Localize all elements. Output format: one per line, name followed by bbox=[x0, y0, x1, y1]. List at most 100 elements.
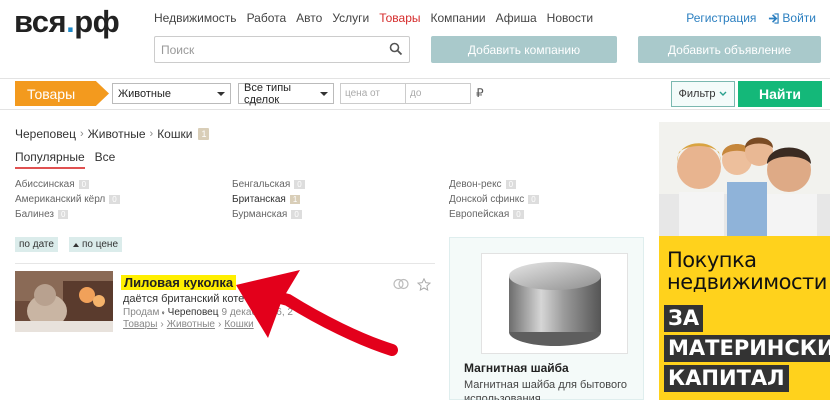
sort-by-date[interactable]: по дате bbox=[15, 237, 58, 252]
product-image[interactable] bbox=[481, 253, 628, 354]
sort-arrow-icon bbox=[73, 242, 79, 247]
ad-line: КАПИТАЛ bbox=[664, 365, 789, 392]
currency-symbol: ₽ bbox=[476, 86, 484, 100]
nav-item-goods[interactable]: Товары bbox=[379, 11, 420, 25]
chevron-down-icon bbox=[217, 91, 225, 96]
subcat-label: Девон-рекс bbox=[449, 179, 502, 190]
subcat-count: 0 bbox=[528, 195, 539, 204]
deal-type-select[interactable]: Все типы сделок bbox=[238, 81, 334, 106]
subcat-count: 0 bbox=[78, 180, 90, 189]
subcat-count: 0 bbox=[291, 210, 302, 219]
sort-by-price[interactable]: по цене bbox=[69, 237, 123, 252]
divider bbox=[15, 263, 435, 264]
nav-item-services[interactable]: Услуги bbox=[332, 11, 369, 25]
tab-popular[interactable]: Популярные bbox=[15, 150, 85, 169]
add-company-button[interactable]: Добавить компанию bbox=[431, 36, 617, 63]
tab-all[interactable]: Все bbox=[95, 150, 116, 169]
login-icon bbox=[769, 12, 780, 24]
subcat-item[interactable]: Европейская 0 bbox=[449, 209, 524, 220]
chevron-right-icon: › bbox=[217, 319, 222, 330]
nav-item-companies[interactable]: Компании bbox=[431, 11, 486, 25]
find-button[interactable]: Найти bbox=[738, 81, 822, 107]
listing-cat-link[interactable]: Кошки bbox=[224, 319, 253, 330]
login-link[interactable]: Войти bbox=[768, 11, 816, 25]
family-photo bbox=[659, 122, 830, 236]
listing-title[interactable]: Лиловая куколка bbox=[121, 275, 237, 290]
product-title[interactable]: Магнитная шайба bbox=[464, 361, 569, 375]
search-icon[interactable] bbox=[389, 42, 403, 56]
sort-label: по дате bbox=[19, 239, 54, 250]
listing-cat-link[interactable]: Животные bbox=[167, 319, 215, 330]
nav-item-events[interactable]: Афиша bbox=[496, 11, 537, 25]
price-to-input[interactable]: до bbox=[405, 83, 471, 104]
listing-city: Череповец bbox=[167, 307, 219, 318]
filter-label: Фильтр bbox=[678, 88, 716, 100]
breadcrumb-cats[interactable]: Кошки bbox=[157, 127, 192, 141]
nav-item-auto[interactable]: Авто bbox=[296, 11, 322, 25]
subcat-item[interactable]: Бурманская 0 bbox=[232, 209, 302, 220]
listing-categories: Товары › Животные › Кошки bbox=[123, 319, 254, 330]
subcat-count: 0 bbox=[294, 180, 305, 189]
ad-subline: ЗА МАТЕРИНСКИЙ КАПИТАЛ bbox=[664, 305, 830, 395]
count-badge: 1 bbox=[198, 128, 210, 140]
subcat-count: 0 bbox=[505, 180, 517, 189]
chevron-right-icon: › bbox=[160, 319, 164, 330]
category-select-value: Животные bbox=[118, 87, 172, 100]
subcat-item[interactable]: Бенгальская 0 bbox=[232, 179, 305, 190]
ad-headline: Покупка недвижимости bbox=[667, 249, 827, 293]
auth-links: Регистрация Войти bbox=[686, 11, 816, 25]
compare-icon[interactable] bbox=[393, 278, 409, 290]
add-ad-button[interactable]: Добавить объявление bbox=[638, 36, 821, 63]
price-from-input[interactable]: цена от bbox=[340, 83, 406, 104]
subcat-count: 0 bbox=[58, 210, 69, 219]
login-label: Войти bbox=[782, 11, 816, 25]
chevron-right-icon: › bbox=[79, 128, 84, 140]
site-logo[interactable]: вся.рф bbox=[14, 4, 120, 40]
ad-line: Покупка bbox=[667, 248, 757, 272]
listing-action: Продам bbox=[123, 307, 160, 318]
listing-meta: Продам Череповец 9 декабря 16, 2 bbox=[123, 307, 293, 318]
listing-thumbnail[interactable] bbox=[15, 271, 113, 332]
nav-item-news[interactable]: Новости bbox=[547, 11, 593, 25]
logo-tld: рф bbox=[74, 4, 120, 39]
logo-text: вся bbox=[14, 4, 67, 39]
subcat-count: 1 bbox=[289, 195, 301, 204]
subcat-count: 0 bbox=[513, 210, 524, 219]
listing-cat-link[interactable]: Товары bbox=[123, 319, 157, 330]
ad-line: недвижимости bbox=[667, 270, 827, 294]
star-icon[interactable] bbox=[417, 278, 431, 291]
ad-line: ЗА bbox=[664, 305, 704, 332]
breadcrumb-animals[interactable]: Животные bbox=[88, 127, 146, 141]
magnet-photo bbox=[509, 262, 601, 346]
chevron-down-icon bbox=[320, 91, 328, 96]
nav-item-jobs[interactable]: Работа bbox=[247, 11, 287, 25]
subcat-item[interactable]: Абиссинская 0 bbox=[15, 179, 90, 190]
subcat-count: 0 bbox=[109, 195, 120, 204]
search-box bbox=[154, 36, 410, 63]
ad-banner[interactable]: Покупка недвижимости ЗА МАТЕРИНСКИЙ КАПИ… bbox=[659, 122, 830, 400]
top-nav: Недвижимость Работа Авто Услуги Товары К… bbox=[154, 11, 593, 25]
subcat-item[interactable]: Девон-рекс 0 bbox=[449, 179, 517, 190]
subcat-item[interactable]: Британская 1 bbox=[232, 194, 301, 205]
sort-label: по цене bbox=[82, 239, 119, 250]
filter-button[interactable]: Фильтр bbox=[671, 81, 735, 107]
cat-photo bbox=[15, 271, 113, 332]
subcat-tabs: Популярные Все bbox=[15, 150, 115, 169]
section-tag[interactable]: Товары bbox=[15, 81, 109, 106]
subcat-item[interactable]: Американский кёрл 0 bbox=[15, 194, 120, 205]
search-input[interactable] bbox=[155, 37, 375, 62]
breadcrumb-city[interactable]: Череповец bbox=[15, 127, 76, 141]
subcat-label: Европейская bbox=[449, 209, 510, 220]
subcat-label: Донской сфинкс bbox=[449, 194, 525, 205]
subcat-label: Американский кёрл bbox=[15, 194, 106, 205]
subcat-label: Абиссинская bbox=[15, 179, 75, 190]
nav-item-realty[interactable]: Недвижимость bbox=[154, 11, 237, 25]
listing-date: 9 декабря 16, 2 bbox=[221, 307, 293, 318]
register-link[interactable]: Регистрация bbox=[686, 11, 756, 25]
subcat-item[interactable]: Балинез 0 bbox=[15, 209, 69, 220]
deal-type-value: Все типы сделок bbox=[244, 81, 292, 106]
product-desc: Магнитная шайба для бытового использован… bbox=[464, 379, 628, 400]
subcat-item[interactable]: Донской сфинкс 0 bbox=[449, 194, 539, 205]
category-select[interactable]: Животные bbox=[112, 83, 231, 104]
ad-line: МАТЕРИНСКИЙ bbox=[664, 335, 830, 362]
